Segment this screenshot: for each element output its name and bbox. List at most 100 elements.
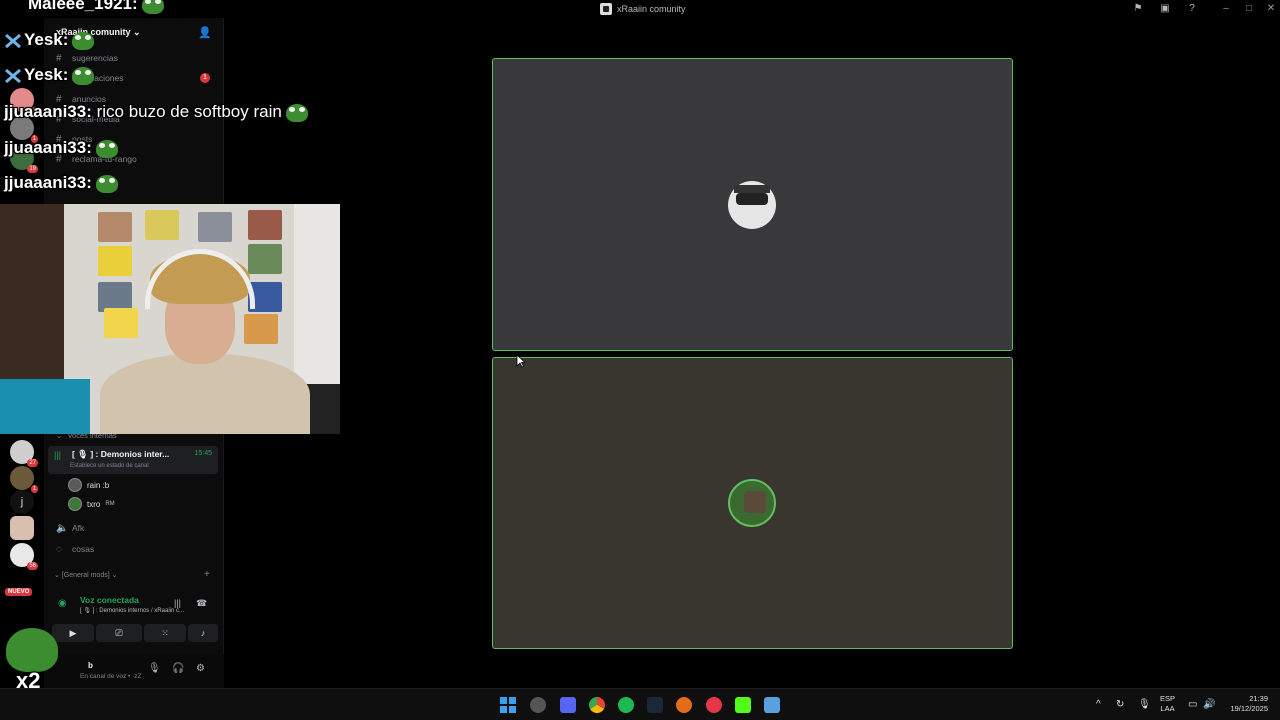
poster [98,246,132,276]
chat-message: jjuaaani33: [4,173,118,193]
voice-channel-name: [ 🎙 ] : Demonios inter... [72,449,170,459]
add-member-icon[interactable]: 👤 [198,26,212,39]
badge: 19 [27,165,38,173]
channel-label: sugerencias [72,53,118,63]
user-bar: b En canal de voz • ·zZ 🎙 🎧 ⚙ [44,654,224,688]
server-icon-letter[interactable]: j [10,490,34,514]
notepad-icon[interactable] [764,697,780,713]
discord-icon[interactable] [560,697,576,713]
help-icon[interactable]: ? [1186,3,1198,15]
pepe-emote-icon [72,31,95,50]
participant-tile[interactable] [492,357,1013,649]
category-header[interactable]: ⌄ [General mods] ⌄ [54,571,117,579]
channel-status-prompt[interactable]: Establece un estado de canal [70,463,149,469]
server-icon-4[interactable]: 27 [10,440,38,467]
participant-tile[interactable] [492,58,1013,351]
server-icon-6[interactable] [10,516,34,540]
chat-username: jjuaaani33: [4,138,92,157]
x-logo-icon [4,68,22,83]
pepe-emote-icon [6,628,58,672]
pepe-emote-icon [95,139,118,158]
screen-icon[interactable]: ▣ [1159,3,1171,15]
poster [248,210,282,240]
minimize-button[interactable]: – [1219,2,1233,16]
screen-share-button[interactable]: ⎚ [96,624,142,642]
voice-user[interactable]: txro RM [68,496,115,512]
microphone-icon[interactable]: 🎙 [148,663,161,674]
noise-suppression-icon[interactable]: ||| [174,598,181,608]
sync-icon[interactable]: ↻ [1116,699,1124,710]
pepe-emote-icon [285,103,308,122]
user-name[interactable]: b [88,661,93,670]
settings-gear-icon[interactable]: ⚙ [196,663,205,674]
headphones-icon[interactable]: 🎧 [172,663,184,674]
signal-icon[interactable]: ◉ [58,598,67,609]
chat-username: Yesk: [24,65,69,84]
soundboard-button[interactable]: ♪ [188,624,218,642]
chat-username: Maleee_1921: [28,0,138,13]
screen: xRaaiin comunity ⚑ ▣ ? – □ ✕ 2 1 19 27 1… [0,0,1280,720]
voice-location: [ 🎙 ] : Demonios internos / xRaaiin c... [80,608,184,614]
avatar [68,497,82,511]
x-logo-icon [4,33,22,48]
obs-icon[interactable] [530,697,546,713]
hat-graphic [734,185,770,193]
voice-channel-item[interactable]: 🔈 Afk [52,519,216,537]
badge: 56 [27,562,38,570]
server-icon-5[interactable]: 1 [10,466,38,493]
window-title-text: xRaaiin comunity [617,4,686,14]
webcam-person [100,354,310,434]
activities-button[interactable]: ⁙ [144,624,186,642]
server-icon-7[interactable]: 56 [10,543,38,570]
chrome-icon[interactable] [589,697,605,713]
webcam-bed [0,379,90,434]
user-tag: RM [105,501,115,507]
badge: 1 [30,485,38,493]
maximize-button[interactable]: □ [1242,2,1256,16]
clock[interactable]: 21:39 19/12/2025 [1226,694,1268,714]
camera-button[interactable]: ▶ [52,624,94,642]
microphone-icon[interactable]: 🎙 [1138,699,1151,710]
inbox-flag-icon[interactable]: ⚑ [1132,3,1144,15]
participant-avatar [728,181,776,229]
unread-badge: 1 [200,73,210,83]
close-button[interactable]: ✕ [1264,2,1278,16]
steam-icon[interactable] [647,697,663,713]
voice-user-name: txro [87,499,101,509]
language-indicator[interactable]: ESP LAA [1160,694,1175,714]
kick-icon[interactable] [735,697,751,713]
volume-icon[interactable]: 🔊 [1203,699,1215,710]
avatar [68,478,82,492]
voice-user[interactable]: rain :b [68,477,109,493]
chat-username: Yesk: [24,30,69,49]
poster [244,314,278,344]
channel-item[interactable]: ◌ cosas [52,540,216,558]
chat-message: Maleee_1921: [28,0,164,14]
chat-username: jjuaaani33: [4,173,92,192]
voice-connected-panel: ◉ Voz conectada [ 🎙 ] : Demonios interno… [48,590,220,650]
poster [104,308,138,338]
add-channel-icon[interactable]: + [204,569,210,580]
disconnect-icon[interactable]: ☎ [196,598,207,609]
voice-timer: 15:45 [194,450,212,457]
network-icon[interactable]: ▭ [1188,699,1197,710]
chat-message: Yesk: [4,30,95,50]
spotify-icon[interactable] [618,697,634,713]
app-icon[interactable] [706,697,722,713]
clock-date: 19/12/2025 [1230,704,1268,713]
participant-avatar [728,479,776,527]
windows-start-icon[interactable] [500,697,516,713]
poster [98,212,132,242]
hash-icon: # [56,52,62,64]
fl-studio-icon[interactable] [676,697,692,713]
taskbar: ^ ↻ 🎙 ESP LAA ▭ 🔊 21:39 19/12/2025 [0,688,1280,720]
active-voice-channel[interactable]: ||| [ 🎙 ] : Demonios inter... 15:45 Esta… [48,446,218,474]
channel-label: cosas [72,544,95,554]
pepe-emote-icon [95,174,118,193]
window-title: xRaaiin comunity [600,3,686,15]
voice-connected-label[interactable]: Voz conectada [80,595,139,605]
channel-label: Afk [72,523,85,533]
title-bar: xRaaiin comunity ⚑ ▣ ? – □ ✕ [0,0,1280,18]
chat-icon: ◌ [56,543,62,555]
chevron-up-icon[interactable]: ^ [1096,699,1101,710]
